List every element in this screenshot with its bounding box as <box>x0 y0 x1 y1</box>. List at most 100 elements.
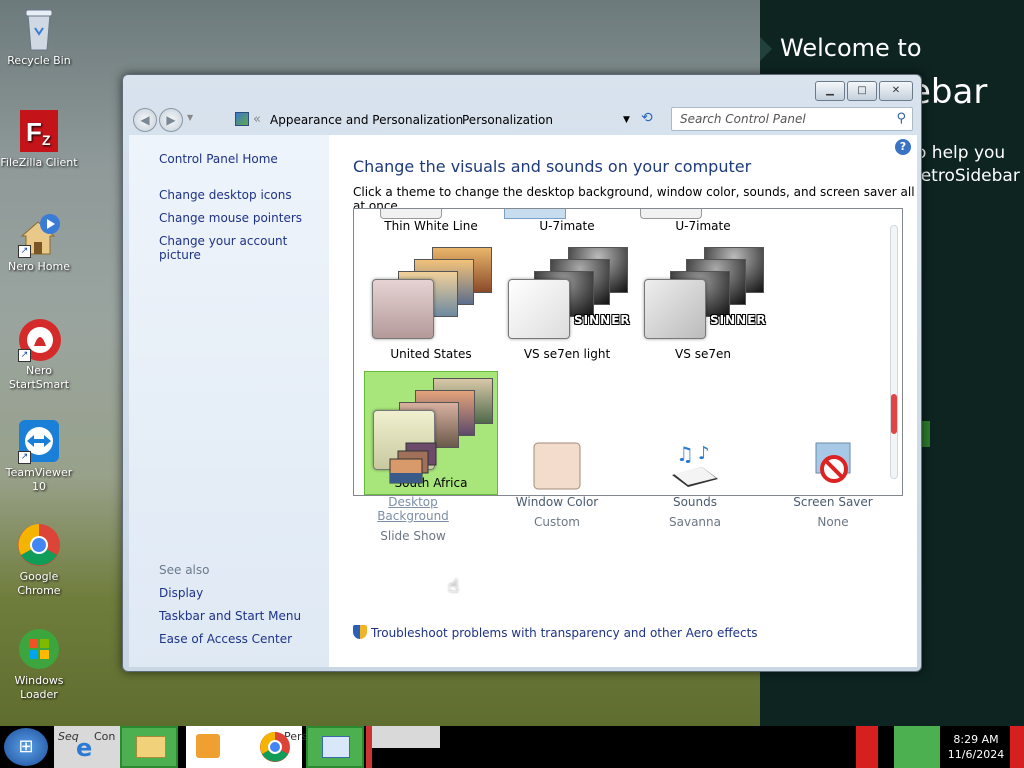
nero-home-icon: ↗ <box>16 212 62 258</box>
see-also-heading: See also <box>159 563 210 577</box>
desktop-icon-filezilla[interactable]: FZ FileZilla Client <box>0 108 78 170</box>
desktop-icon-nero-home[interactable]: ↗ Nero Home <box>0 212 78 274</box>
setting-value: None <box>817 515 849 529</box>
nero-startsmart-icon: ↗ <box>16 316 62 362</box>
shield-icon <box>353 625 367 639</box>
control-panel-icon <box>235 112 249 126</box>
theme-name: U-7imate <box>539 219 595 233</box>
theme-u7imate[interactable]: U-7imate <box>500 209 634 237</box>
theme-name: VS se7en <box>675 347 731 361</box>
back-button[interactable]: ◀ <box>133 108 157 132</box>
breadcrumb-personalization[interactable]: Personalization <box>462 109 553 131</box>
taskbar-item-blank[interactable] <box>372 726 440 748</box>
taskbar-chrome[interactable] <box>254 726 294 768</box>
troubleshoot-label: Troubleshoot problems with transparency … <box>371 626 758 640</box>
control-panel-home-link[interactable]: Control Panel Home <box>159 152 278 166</box>
theme-thumbnail <box>372 247 492 339</box>
setting-label: Screen Saver <box>793 495 873 509</box>
setting-value: Custom <box>534 515 580 529</box>
control-panel-icon <box>322 736 350 758</box>
change-desktop-icons-link[interactable]: Change desktop icons <box>159 188 292 202</box>
ease-of-access-link[interactable]: Ease of Access Center <box>159 632 292 646</box>
minimize-button[interactable]: ▁ <box>815 81 845 101</box>
taskbar-start-menu-link[interactable]: Taskbar and Start Menu <box>159 609 301 623</box>
clock-date: 11/6/2024 <box>947 748 1005 761</box>
theme-thumbnail <box>504 209 566 219</box>
tray-network-icon[interactable] <box>894 726 940 768</box>
theme-thumbnail <box>640 209 702 219</box>
folder-icon <box>136 736 166 758</box>
desktop-icon-nero-startsmart[interactable]: ↗ Nero StartSmart <box>0 316 78 392</box>
theme-watermark: SINNER <box>710 313 767 327</box>
theme-thin-white-line[interactable]: Thin White Line <box>364 209 498 237</box>
navigation-bar: ◀ ▶ ▼ « Appearance and Personalization P… <box>131 107 915 133</box>
search-placeholder: Search Control Panel <box>680 112 806 126</box>
desktop-icon-label: FileZilla Client <box>0 156 78 169</box>
theme-united-states[interactable]: United States <box>364 241 498 365</box>
svg-text:Z: Z <box>42 132 51 148</box>
recycle-bin-icon <box>16 6 62 52</box>
desktop-background-setting[interactable]: Desktop Background Slide Show <box>353 441 473 543</box>
scrollbar-thumb[interactable] <box>891 394 897 434</box>
address-bar[interactable]: « Appearance and Personalization Persona… <box>225 109 665 131</box>
windows-loader-icon <box>16 626 62 672</box>
content-area: Control Panel Home Change desktop icons … <box>129 135 917 667</box>
svg-text:F: F <box>26 117 42 147</box>
desktop-icon-teamviewer[interactable]: ↗ TeamViewer 10 <box>0 418 78 494</box>
desktop-icon-windows-loader[interactable]: Windows Loader <box>0 626 78 702</box>
address-dropdown-icon[interactable]: ▼ <box>623 109 630 131</box>
theme-name: U-7imate <box>675 219 731 233</box>
start-button[interactable]: ⊞ <box>4 728 48 766</box>
change-account-picture-link[interactable]: Change your account picture <box>159 234 329 262</box>
theme-name: VS se7en light <box>523 347 611 361</box>
close-button[interactable]: ✕ <box>879 81 913 101</box>
search-icon[interactable]: ⚲ <box>896 111 906 126</box>
screen-saver-setting[interactable]: Screen Saver None <box>773 441 893 529</box>
breadcrumb-separator: « <box>253 112 261 127</box>
taskbar-explorer[interactable] <box>120 726 178 768</box>
theme-u7imate-2[interactable]: U-7imate <box>636 209 770 237</box>
recent-pages-dropdown-icon[interactable]: ▼ <box>187 113 193 122</box>
change-mouse-pointers-link[interactable]: Change mouse pointers <box>159 211 302 225</box>
taskbar-control-panel[interactable] <box>306 726 364 768</box>
breadcrumb-appearance[interactable]: Appearance and Personalization <box>270 109 463 131</box>
help-icon[interactable]: ? <box>895 139 911 155</box>
theme-thumbnail <box>380 209 442 219</box>
desktop-icon-label: Nero Home <box>8 260 70 273</box>
theme-name: United States <box>390 347 472 361</box>
sidebar-welcome-text: Welcome to <box>780 34 922 62</box>
chrome-icon <box>16 522 62 568</box>
taskbar-search-item[interactable]: Seq Con e <box>54 726 120 768</box>
tray-red-icon[interactable] <box>856 726 878 768</box>
display-link[interactable]: Display <box>159 586 203 600</box>
desktop-icon-chrome[interactable]: Google Chrome <box>0 522 78 598</box>
setting-value: Savanna <box>669 515 721 529</box>
sounds-setting[interactable]: ♫ ♪ Sounds Savanna <box>635 441 755 529</box>
troubleshoot-link[interactable]: Troubleshoot problems with transparency … <box>353 625 758 640</box>
window-controls: ▁ □ ✕ <box>815 81 913 101</box>
setting-label: Desktop Background <box>377 495 449 523</box>
shortcut-arrow-icon: ↗ <box>18 245 31 258</box>
theme-vs-se7en[interactable]: SINNER VS se7en <box>636 241 770 365</box>
refresh-icon[interactable]: ⟲ <box>641 110 653 126</box>
setting-value: Slide Show <box>380 529 446 543</box>
show-desktop-button[interactable] <box>1010 726 1024 768</box>
desktop-icon-label: Nero StartSmart <box>8 364 70 391</box>
sounds-icon: ♫ ♪ <box>668 441 722 491</box>
page-title: Change the visuals and sounds on your co… <box>353 157 752 176</box>
sidebar-arrow-icon <box>760 37 772 61</box>
sidebar-body-text: o help you <box>916 143 1006 163</box>
maximize-button[interactable]: □ <box>847 81 877 101</box>
theme-name: Thin White Line <box>384 219 478 233</box>
forward-button[interactable]: ▶ <box>159 108 183 132</box>
internet-explorer-icon: e <box>76 734 93 762</box>
search-input[interactable]: Search Control Panel ⚲ <box>671 107 913 131</box>
screen-saver-icon <box>806 441 860 491</box>
window-color-setting[interactable]: Window Color Custom <box>497 441 617 529</box>
taskbar: ⊞ Seq Con e Pers 8:29 AM 11/6/2024 <box>0 726 1024 768</box>
desktop-icon-label: Recycle Bin <box>7 54 71 67</box>
desktop-icon-recycle-bin[interactable]: Recycle Bin <box>0 6 78 68</box>
theme-vs-se7en-light[interactable]: SINNER VS se7en light <box>500 241 634 365</box>
left-task-pane: Control Panel Home Change desktop icons … <box>129 135 329 667</box>
system-clock[interactable]: 8:29 AM 11/6/2024 <box>946 732 1006 762</box>
